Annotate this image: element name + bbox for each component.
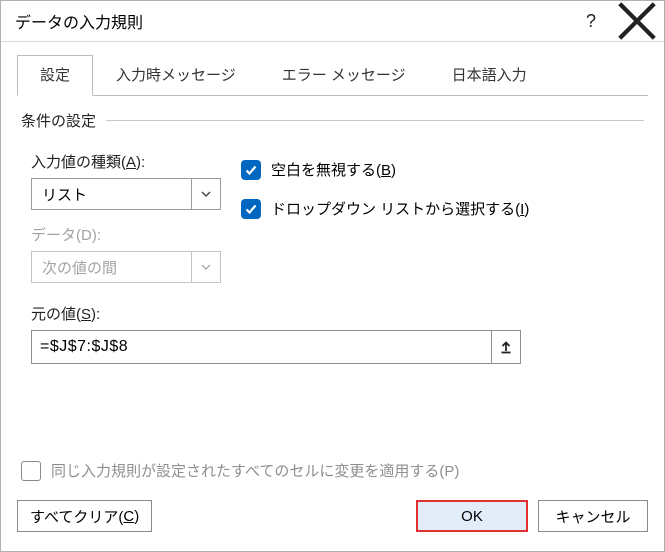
- allow-label: 入力値の種類(A):: [31, 151, 221, 172]
- dialog-title: データの入力規則: [15, 9, 568, 33]
- source-input[interactable]: [31, 330, 491, 364]
- ok-button[interactable]: OK: [416, 500, 528, 532]
- apply-to-all-row: 同じ入力規則が設定されたすべてのセルに変更を適用する(P): [21, 460, 459, 481]
- source-field-wrap: [31, 330, 521, 364]
- data-select-value: 次の値の間: [31, 251, 191, 283]
- settings-panel: 条件の設定 入力値の種類(A): リスト データ(D): 次の値の間: [1, 96, 664, 495]
- tab-input-message[interactable]: 入力時メッセージ: [93, 55, 259, 96]
- allow-select-arrow[interactable]: [191, 178, 221, 210]
- help-button[interactable]: ?: [568, 3, 614, 39]
- ignore-blank-checkbox[interactable]: [241, 160, 261, 180]
- in-cell-dropdown-row[interactable]: ドロップダウン リストから選択する(I): [241, 198, 644, 219]
- titlebar: データの入力規則 ?: [1, 1, 664, 42]
- cancel-button[interactable]: キャンセル: [538, 500, 648, 532]
- tab-settings[interactable]: 設定: [17, 55, 93, 96]
- validation-criteria-group: 条件の設定: [21, 110, 644, 131]
- range-picker-button[interactable]: [491, 330, 521, 364]
- tab-bar: 設定 入力時メッセージ エラー メッセージ 日本語入力: [1, 42, 664, 95]
- clear-all-button[interactable]: すべてクリア(C): [17, 500, 152, 532]
- group-label: 条件の設定: [21, 110, 96, 131]
- in-cell-dropdown-label: ドロップダウン リストから選択する(I): [271, 198, 529, 219]
- data-label: データ(D):: [31, 224, 221, 245]
- ignore-blank-label: 空白を無視する(B): [271, 159, 396, 180]
- apply-to-all-checkbox: [21, 461, 41, 481]
- data-select-arrow: [191, 251, 221, 283]
- checkmark-icon: [244, 163, 258, 177]
- dialog-footer: すべてクリア(C) OK キャンセル: [1, 495, 664, 551]
- source-label: 元の値(S):: [31, 303, 644, 324]
- data-validation-dialog: データの入力規則 ? 設定 入力時メッセージ エラー メッセージ 日本語入力 条…: [0, 0, 665, 552]
- chevron-down-icon: [200, 188, 212, 200]
- close-icon: [614, 0, 660, 44]
- checkmark-icon: [244, 202, 258, 216]
- apply-to-all-label: 同じ入力規則が設定されたすべてのセルに変更を適用する(P): [51, 460, 459, 481]
- chevron-down-icon: [200, 261, 212, 273]
- ignore-blank-row[interactable]: 空白を無視する(B): [241, 159, 644, 180]
- tab-error-alert[interactable]: エラー メッセージ: [259, 55, 429, 96]
- allow-select-value: リスト: [31, 178, 191, 210]
- in-cell-dropdown-checkbox[interactable]: [241, 199, 261, 219]
- allow-select[interactable]: リスト: [31, 178, 221, 210]
- group-divider: [106, 120, 644, 121]
- data-select: 次の値の間: [31, 251, 221, 283]
- tab-ime-mode[interactable]: 日本語入力: [429, 55, 550, 96]
- close-button[interactable]: [614, 3, 660, 39]
- collapse-dialog-icon: [499, 340, 513, 354]
